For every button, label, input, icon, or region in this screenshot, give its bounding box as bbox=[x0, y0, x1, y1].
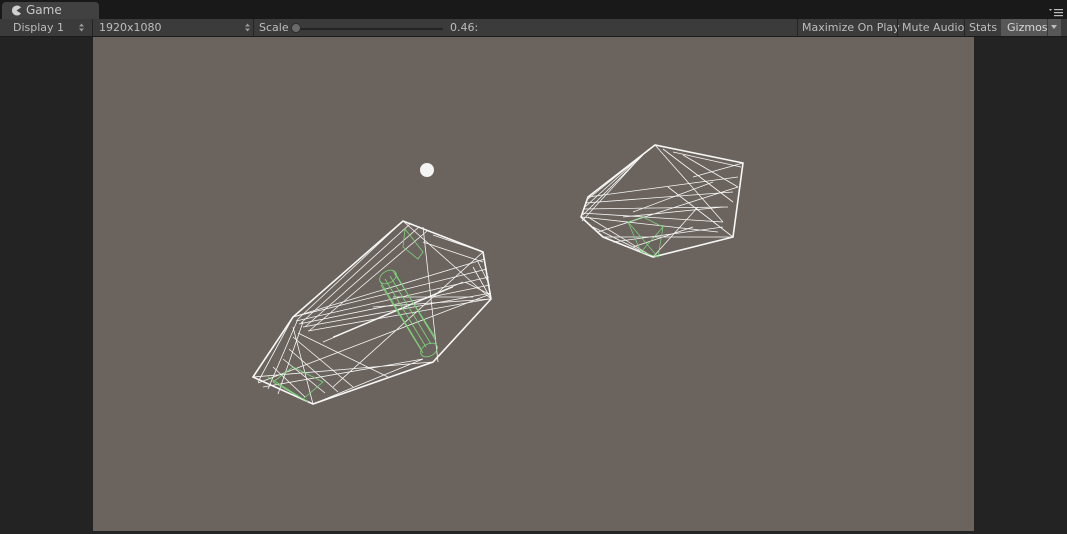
scale-label: Scale bbox=[259, 21, 289, 34]
tab-game[interactable]: Game bbox=[2, 2, 99, 19]
display-dropdown[interactable]: Display 1 bbox=[13, 19, 64, 36]
maximize-on-play-button[interactable]: Maximize On Play bbox=[802, 19, 900, 36]
separator bbox=[797, 19, 798, 36]
stats-button[interactable]: Stats bbox=[969, 19, 997, 36]
scale-slider-thumb[interactable] bbox=[291, 23, 301, 33]
game-toolbar: Display 1 1920x1080 Scale 0.46: Maximize… bbox=[0, 19, 1067, 37]
separator bbox=[1047, 19, 1048, 36]
separator bbox=[964, 19, 965, 36]
gizmos-button[interactable]: Gizmos bbox=[1001, 19, 1061, 36]
scene-render bbox=[251, 144, 744, 405]
updown-arrow-icon bbox=[79, 23, 84, 32]
right-wireframe-mesh bbox=[580, 144, 744, 258]
separator bbox=[253, 19, 254, 36]
tab-title: Game bbox=[26, 3, 62, 17]
resolution-dropdown[interactable]: 1920x1080 bbox=[99, 19, 162, 36]
scale-value: 0.46: bbox=[450, 21, 479, 34]
chevron-down-icon[interactable] bbox=[1051, 25, 1057, 29]
updown-arrow-icon bbox=[245, 23, 250, 32]
separator bbox=[897, 19, 898, 36]
tab-bar: Game bbox=[0, 0, 1067, 19]
game-viewport[interactable] bbox=[93, 37, 974, 531]
left-wireframe-mesh bbox=[251, 220, 492, 405]
pacman-icon bbox=[12, 5, 21, 16]
white-sphere bbox=[420, 163, 434, 177]
separator bbox=[92, 19, 93, 36]
gizmos-label: Gizmos bbox=[1007, 21, 1048, 34]
scale-slider[interactable] bbox=[296, 28, 443, 30]
panel-menu-icon[interactable] bbox=[1049, 8, 1063, 17]
mute-audio-button[interactable]: Mute Audio bbox=[902, 19, 964, 36]
